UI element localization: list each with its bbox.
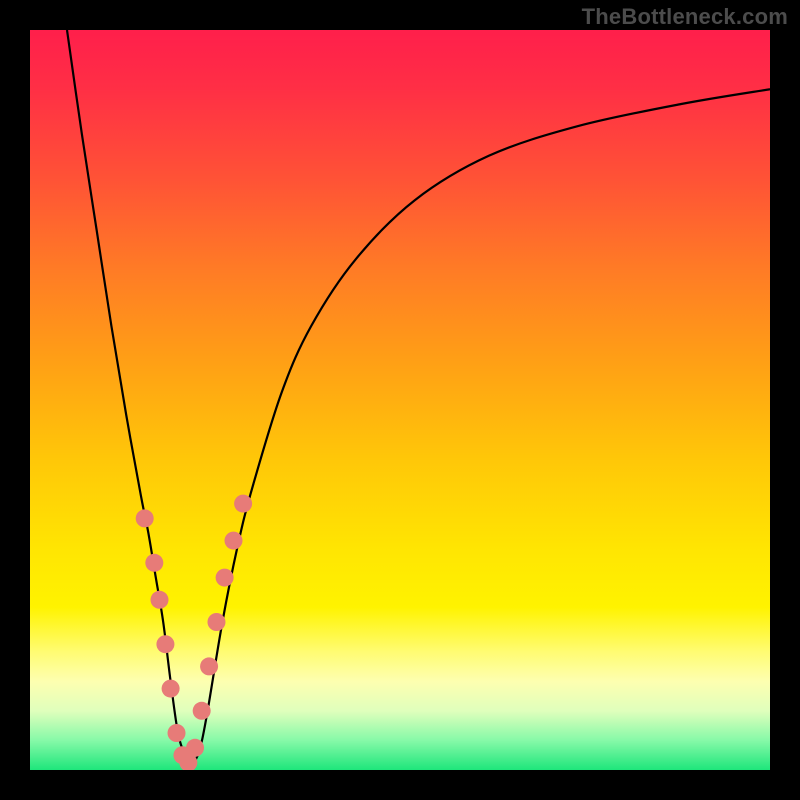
curve-layer	[30, 30, 770, 770]
bottleneck-curve	[67, 30, 770, 763]
marker-dot	[151, 591, 169, 609]
marker-dot	[186, 739, 204, 757]
marker-dot	[145, 554, 163, 572]
watermark-text: TheBottleneck.com	[582, 4, 788, 30]
plot-area	[30, 30, 770, 770]
chart-frame: TheBottleneck.com	[0, 0, 800, 800]
marker-dot	[234, 495, 252, 513]
marker-dot	[200, 657, 218, 675]
marker-dot	[216, 569, 234, 587]
marker-dots-group	[136, 495, 252, 770]
marker-dot	[168, 724, 186, 742]
marker-dot	[225, 532, 243, 550]
marker-dot	[136, 509, 154, 527]
marker-dot	[207, 613, 225, 631]
marker-dot	[162, 680, 180, 698]
marker-dot	[193, 702, 211, 720]
marker-dot	[156, 635, 174, 653]
